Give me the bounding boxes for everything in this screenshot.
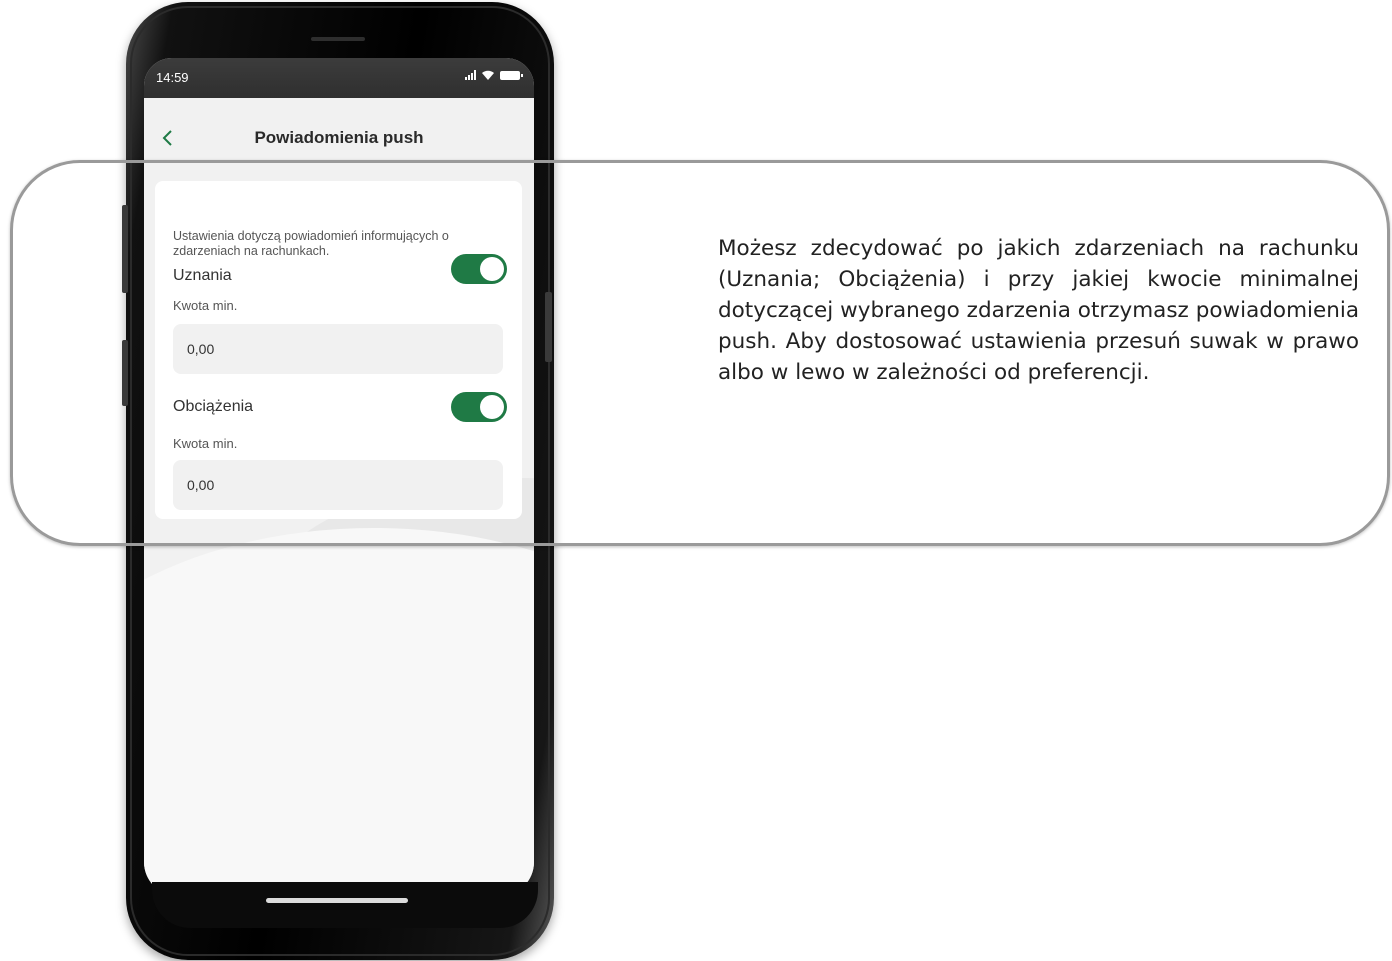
credit-label: Uznania xyxy=(173,267,232,284)
page-title: Powiadomienia push xyxy=(254,128,424,147)
gesture-bar-area xyxy=(152,882,538,928)
signal-icon xyxy=(465,70,476,80)
volume-up-button xyxy=(122,205,128,293)
wifi-icon xyxy=(482,70,494,80)
credit-toggle[interactable] xyxy=(451,254,507,284)
background-decoration xyxy=(144,528,534,896)
debit-amount-input[interactable]: 0,00 xyxy=(173,460,503,510)
debit-toggle[interactable] xyxy=(451,392,507,422)
volume-down-button xyxy=(122,340,128,406)
settings-card: Ustawienia dotyczą powiadomień informują… xyxy=(155,181,522,519)
phone-screen: 14:59 Powiadomienia push Ustawienia doty… xyxy=(144,58,534,896)
toggle-knob xyxy=(480,395,504,419)
home-indicator[interactable] xyxy=(266,898,408,903)
debit-amount-label: Kwota min. xyxy=(173,436,238,451)
status-bar: 14:59 xyxy=(144,58,534,98)
app-header: Powiadomienia push xyxy=(144,98,534,176)
debit-label: Obciążenia xyxy=(173,398,254,415)
battery-icon xyxy=(500,70,523,80)
toggle-knob xyxy=(480,257,504,281)
status-icons xyxy=(465,69,523,81)
power-button xyxy=(545,292,552,362)
status-time: 14:59 xyxy=(156,70,189,85)
description-text: Możesz zdecydować po jakich zdarzeniach … xyxy=(718,236,1359,385)
credit-amount-label: Kwota min. xyxy=(173,298,238,313)
phone-speaker xyxy=(311,37,365,41)
credit-amount-input[interactable]: 0,00 xyxy=(173,324,503,374)
